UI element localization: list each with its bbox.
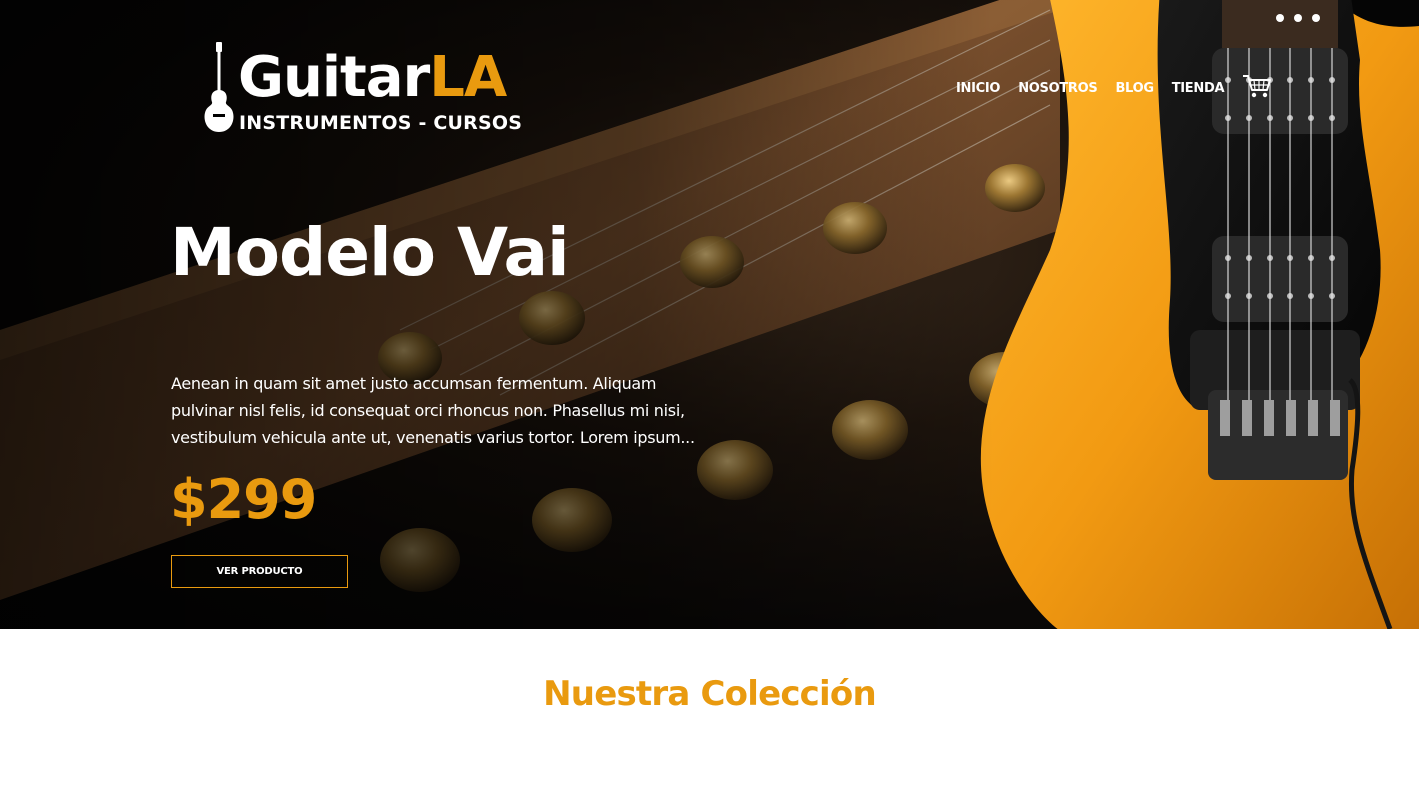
nav-item-inicio[interactable]: INICIO xyxy=(956,81,1000,96)
logo-word-accent: LA xyxy=(429,45,507,110)
logo-wordmark: GuitarLA xyxy=(238,45,507,110)
logo[interactable]: GuitarLA INSTRUMENTOS - CURSOS xyxy=(202,40,522,136)
nav-item-nosotros[interactable]: NOSOTROS xyxy=(1018,81,1098,96)
product-price: $299 xyxy=(170,468,317,531)
logo-word-main: Guitar xyxy=(238,45,430,110)
product-title: Modelo Vai xyxy=(170,214,570,291)
nav-item-blog[interactable]: BLOG xyxy=(1115,81,1154,96)
main-nav: INICIO NOSOTROS BLOG TIENDA xyxy=(956,75,1272,98)
product-description: Aenean in quam sit amet justo accumsan f… xyxy=(171,374,695,447)
logo-tagline: INSTRUMENTOS - CURSOS xyxy=(239,112,523,134)
view-product-button[interactable]: Ver Producto xyxy=(171,555,348,588)
cart-icon[interactable] xyxy=(1242,73,1272,99)
hero-section: GuitarLA INSTRUMENTOS - CURSOS INICIO NO… xyxy=(0,0,1419,629)
collection-title: Nuestra Colección xyxy=(543,674,877,714)
guitar-icon xyxy=(204,42,234,132)
nav-item-tienda[interactable]: TIENDA xyxy=(1172,81,1225,96)
